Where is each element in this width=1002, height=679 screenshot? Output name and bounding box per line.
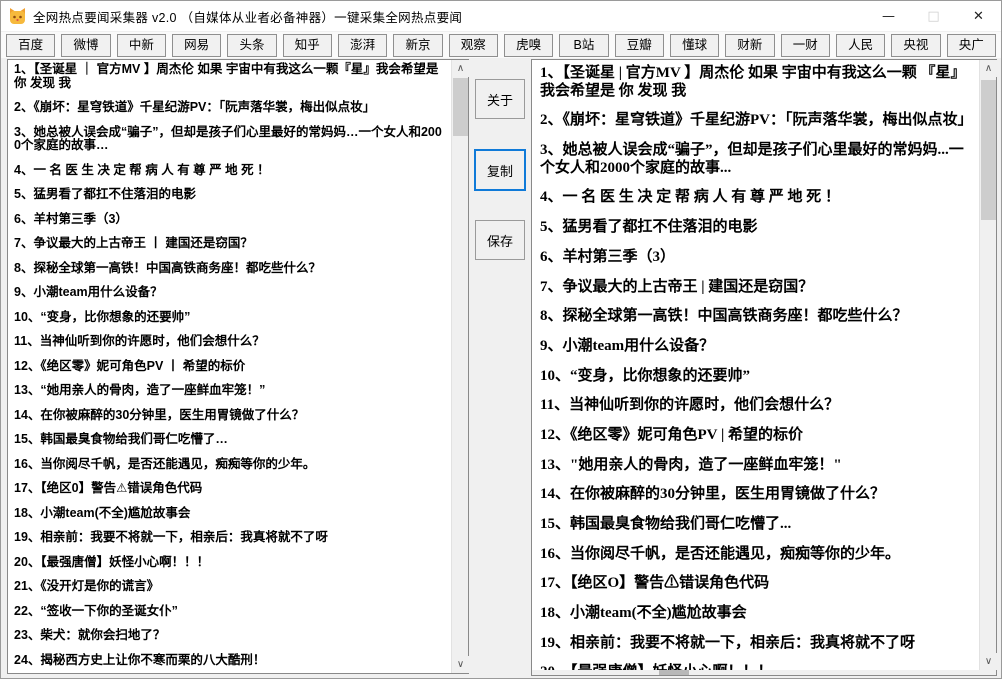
news-item-raw: 18、小潮team(不全)尴尬故事会 — [14, 507, 447, 521]
maximize-icon: □ — [911, 1, 956, 31]
news-item-raw: 6、羊村第三季（3） — [14, 213, 447, 227]
news-item-raw: 10、“变身，比你想象的还要帅” — [14, 311, 447, 325]
news-item-raw: 22、“签收一下你的圣诞女仆” — [14, 605, 447, 619]
source-tab[interactable]: 一财 — [781, 34, 830, 57]
news-item-formatted: 2、《崩坏：星穹铁道》千星纪游PV：「阮声落华裳，梅出似点妆」 — [540, 112, 975, 130]
news-item-raw: 9、小潮team用什么设备？ — [14, 286, 447, 300]
news-item-raw: 4、一 名 医 生 决 定 帮 病 人 有 尊 严 地 死 ！ — [14, 164, 447, 178]
save-button[interactable]: 保存 — [475, 220, 525, 260]
source-tab[interactable]: 头条 — [227, 34, 276, 57]
news-item-formatted: 10、“变身，比你想象的还要帅” — [540, 368, 975, 386]
news-item-formatted: 14、在你被麻醉的30分钟里，医生用胃镜做了什么？ — [540, 486, 975, 504]
source-tab[interactable]: B站 — [559, 34, 608, 57]
news-item-raw: 12、《绝区零》妮可角色PV 丨 希望的标价 — [14, 360, 447, 374]
news-item-formatted: 9、小潮team用什么设备？ — [540, 338, 975, 356]
news-item-raw: 1、【圣诞星 ｜ 官方MV 】周杰伦 如果 宇宙中有我这么一颗『星』我会希望是 … — [14, 63, 447, 90]
source-tab[interactable]: 澎湃 — [338, 34, 387, 57]
source-tab[interactable]: 中新 — [117, 34, 166, 57]
source-tab[interactable]: 百度 — [6, 34, 55, 57]
news-item-raw: 15、韩国最臭食物给我们哥仁吃懵了… — [14, 433, 447, 447]
formatted-news-panel[interactable]: 1、【圣诞星 | 官方MV 】周杰伦 如果 宇宙中有我这么一颗 『星』我会希望是… — [531, 59, 997, 676]
source-tab[interactable]: 懂球 — [670, 34, 719, 57]
formatted-news-text[interactable]: 1、【圣诞星 | 官方MV 】周杰伦 如果 宇宙中有我这么一颗 『星』我会希望是… — [532, 60, 979, 670]
scroll-up-icon[interactable]: ∧ — [452, 60, 469, 77]
source-tab[interactable]: 财新 — [725, 34, 774, 57]
window-title: 全网热点要闻采集器 v2.0 （自媒体从业者必备神器）一键采集全网热点要闻 — [33, 7, 462, 26]
raw-news-panel[interactable]: 1、【圣诞星 ｜ 官方MV 】周杰伦 如果 宇宙中有我这么一颗『星』我会希望是 … — [7, 59, 469, 674]
news-item-formatted: 11、当神仙听到你的许愿时，他们会想什么？ — [540, 397, 975, 415]
news-item-formatted: 1、【圣诞星 | 官方MV 】周杰伦 如果 宇宙中有我这么一颗 『星』我会希望是… — [540, 65, 975, 100]
news-item-formatted: 13、"她用亲人的骨肉，造了一座鲜血牢笼！" — [540, 457, 975, 475]
minimize-icon[interactable]: — — [866, 1, 911, 31]
news-item-formatted: 5、猛男看了都扛不住落泪的电影 — [540, 219, 975, 237]
news-item-raw: 23、柴犬：就你会扫地了？ — [14, 629, 447, 643]
left-scrollbar[interactable]: ∧ ∨ — [451, 60, 468, 673]
right-horizontal-scrollbar-thumb[interactable] — [659, 670, 689, 675]
app-icon — [9, 8, 26, 25]
news-item-raw: 11、当神仙听到你的许愿时，他们会想什么？ — [14, 335, 447, 349]
source-tab[interactable]: 网易 — [172, 34, 221, 57]
news-item-formatted: 17、【绝区O】警告⚠错误角色代码 — [540, 575, 975, 593]
news-item-formatted: 16、当你阅尽千帆，是否还能遇见，痴痴等你的少年。 — [540, 546, 975, 564]
source-tab[interactable]: 虎嗅 — [504, 34, 553, 57]
news-item-formatted: 4、一 名 医 生 决 定 帮 病 人 有 尊 严 地 死 ！ — [540, 189, 975, 207]
news-item-formatted: 7、争议最大的上古帝王 | 建国还是窃国？ — [540, 279, 975, 297]
source-tab[interactable]: 知乎 — [283, 34, 332, 57]
raw-news-text[interactable]: 1、【圣诞星 ｜ 官方MV 】周杰伦 如果 宇宙中有我这么一颗『星』我会希望是 … — [8, 60, 451, 673]
scroll-down-icon[interactable]: ∨ — [452, 656, 469, 673]
news-item-raw: 14、在你被麻醉的30分钟里，医生用胃镜做了什么？ — [14, 409, 447, 423]
news-item-formatted: 18、小潮team(不全)尴尬故事会 — [540, 605, 975, 623]
news-item-raw: 20、【最强唐僧】妖怪小心啊！！！ — [14, 556, 447, 570]
source-tab[interactable]: 豆瓣 — [615, 34, 664, 57]
close-icon[interactable]: ✕ — [956, 1, 1001, 31]
left-scrollbar-thumb[interactable] — [453, 78, 468, 136]
right-scrollbar-thumb[interactable] — [981, 80, 996, 220]
source-tab[interactable]: 央视 — [891, 34, 940, 57]
window-controls: — □ ✕ — [866, 1, 1001, 31]
copy-button[interactable]: 复制 — [474, 149, 526, 191]
about-button[interactable]: 关于 — [475, 79, 525, 119]
news-item-raw: 13、“她用亲人的骨肉，造了一座鲜血牢笼！” — [14, 384, 447, 398]
news-item-raw: 16、当你阅尽千帆，是否还能遇见，痴痴等你的少年。 — [14, 458, 447, 472]
titlebar: 全网热点要闻采集器 v2.0 （自媒体从业者必备神器）一键采集全网热点要闻 — … — [1, 1, 1001, 31]
scroll-down-icon[interactable]: ∨ — [980, 653, 997, 670]
action-column: 关于 复制 保存 — [469, 59, 531, 674]
news-item-raw: 24、揭秘西方史上让你不寒而栗的八大酷刑！ — [14, 654, 447, 668]
source-tab[interactable]: 微博 — [61, 34, 110, 57]
news-item-raw: 8、探秘全球第一高铁！中国高铁商务座！都吃些什么？ — [14, 262, 447, 276]
right-scrollbar[interactable]: ∧ ∨ — [979, 60, 996, 670]
news-item-formatted: 6、羊村第三季（3） — [540, 249, 975, 267]
right-horizontal-scrollbar[interactable] — [532, 670, 996, 675]
app-window: 全网热点要闻采集器 v2.0 （自媒体从业者必备神器）一键采集全网热点要闻 — … — [0, 0, 1002, 679]
news-item-formatted: 3、她总被人误会成“骗子”，但却是孩子们心里最好的常妈妈...一个女人和2000… — [540, 142, 975, 177]
news-item-raw: 17、【绝区0】警告⚠错误角色代码 — [14, 482, 447, 496]
source-tabbar: 百度微博中新网易头条知乎澎湃新京观察虎嗅 B站豆瓣懂球财新一财人民央视央广 — [1, 32, 1001, 58]
scroll-up-icon[interactable]: ∧ — [980, 60, 997, 77]
news-item-raw: 5、猛男看了都扛不住落泪的电影 — [14, 188, 447, 202]
news-item-formatted: 15、韩国最臭食物给我们哥仁吃懵了... — [540, 516, 975, 534]
source-tab[interactable]: 央广 — [947, 34, 996, 57]
source-tab[interactable]: 人民 — [836, 34, 885, 57]
news-item-formatted: 19、相亲前：我要不将就一下，相亲后：我真将就不了呀 — [540, 635, 975, 653]
source-tab[interactable]: 新京 — [393, 34, 442, 57]
news-item-formatted: 8、探秘全球第一高铁！中国高铁商务座！都吃些什么？ — [540, 308, 975, 326]
news-item-formatted: 12、《绝区零》妮可角色PV | 希望的标价 — [540, 427, 975, 445]
news-item-raw: 2、《崩坏：星穹铁道》千星纪游PV：「阮声落华裳，梅出似点妆」 — [14, 101, 447, 115]
news-item-raw: 7、争议最大的上古帝王 丨 建国还是窃国？ — [14, 237, 447, 251]
news-item-raw: 3、她总被人误会成“骗子”，但却是孩子们心里最好的常妈妈…一个女人和2000个家… — [14, 126, 447, 153]
news-item-raw: 19、相亲前：我要不将就一下，相亲后：我真将就不了呀 — [14, 531, 447, 545]
news-item-raw: 21、《没开灯是你的谎言》 — [14, 580, 447, 594]
source-tab[interactable]: 观察 — [449, 34, 498, 57]
